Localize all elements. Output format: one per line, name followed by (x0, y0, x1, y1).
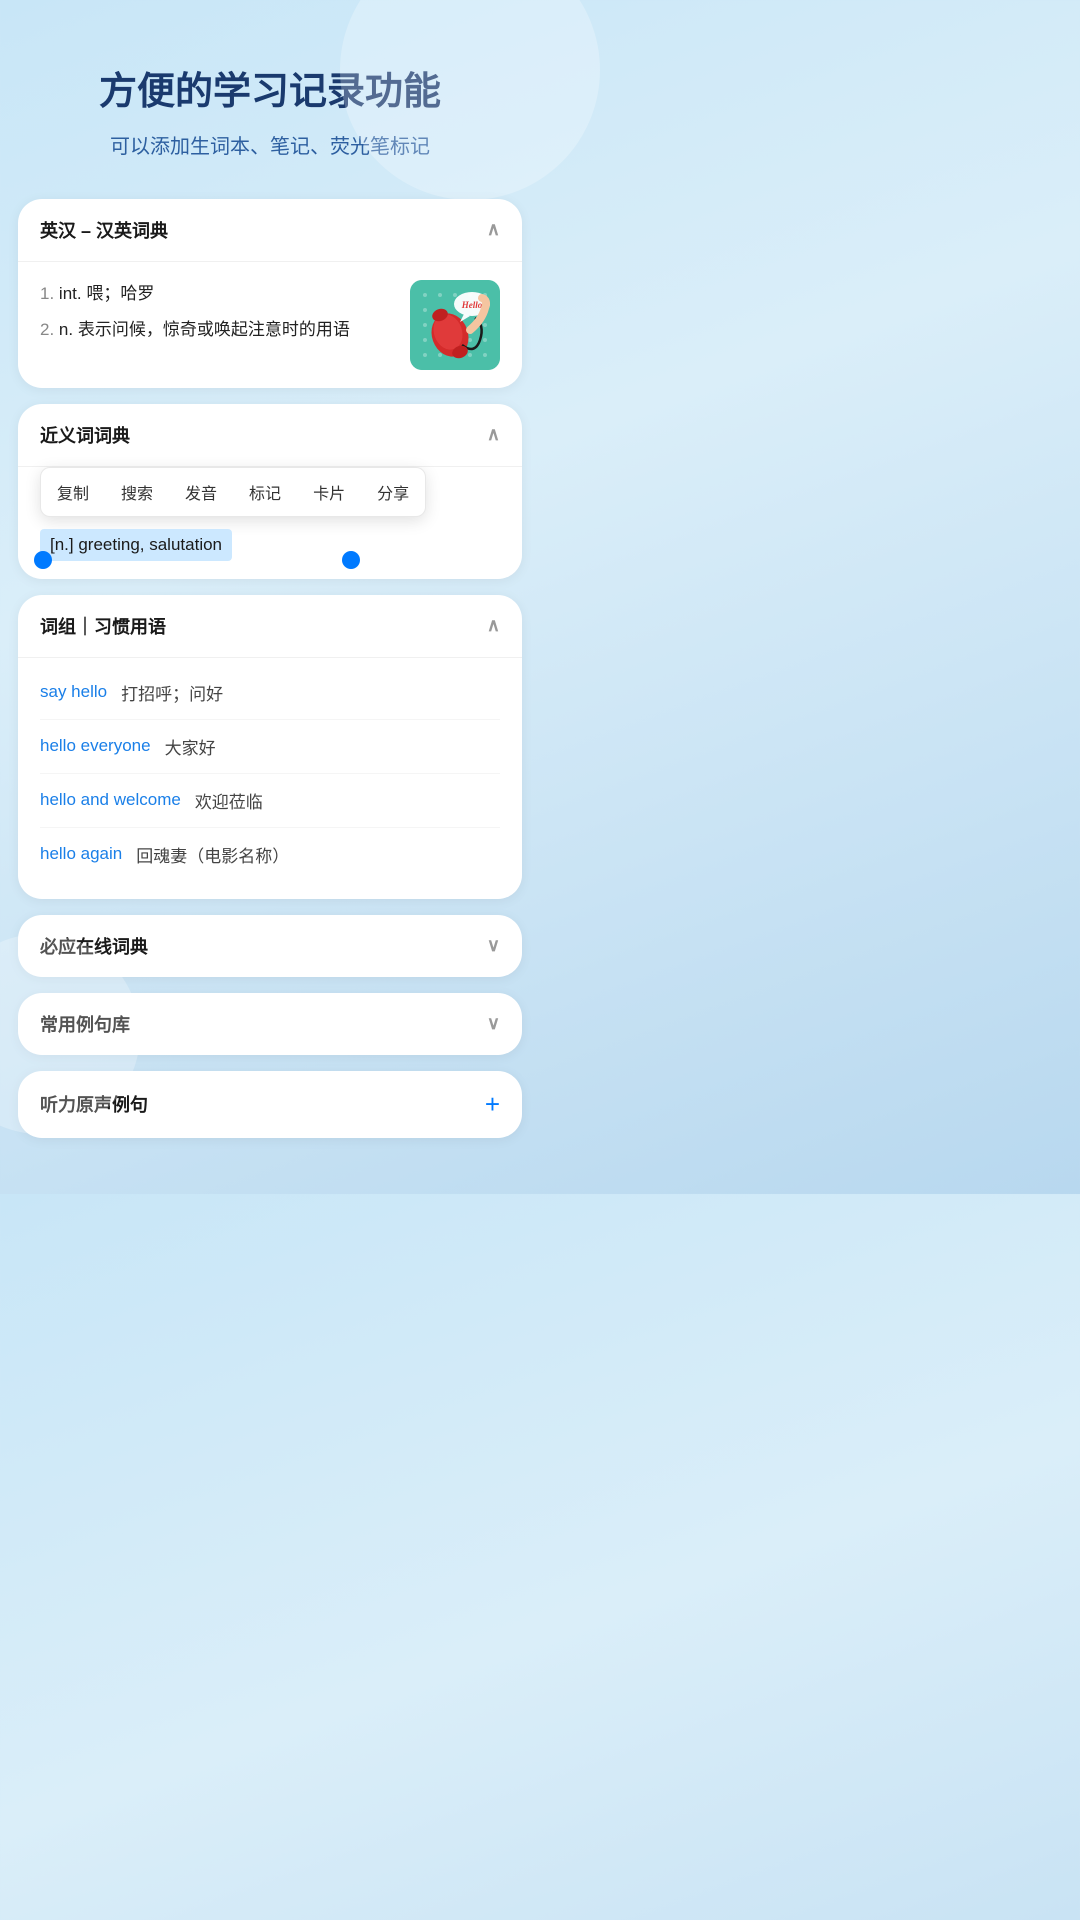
dictionary-chevron-up-icon: ∧ (487, 219, 500, 240)
phrase-zh-hello-again: 回魂妻（电影名称） (136, 842, 289, 867)
context-menu-copy[interactable]: 复制 (41, 468, 105, 516)
context-menu-share[interactable]: 分享 (361, 468, 425, 516)
selection-handle-left (34, 551, 52, 569)
phrases-list: say hello 打招呼；问好 hello everyone 大家好 hell… (18, 658, 522, 899)
highlighted-text[interactable]: [n.] greeting, salutation (40, 529, 232, 561)
context-menu: 复制 搜索 发音 标记 卡片 分享 (40, 467, 426, 517)
synonym-content: 复制 搜索 发音 标记 卡片 分享 [n.] greeting, salutat… (18, 467, 522, 579)
header-title: 方便的学习记录功能 (40, 70, 500, 116)
synonym-chevron-up-icon: ∧ (487, 424, 500, 445)
phrases-section-label: 词组｜习惯用语 (40, 613, 166, 639)
phrases-chevron-up-icon: ∧ (487, 615, 500, 636)
synonym-card: 近义词词典 ∧ 复制 搜索 发音 标记 卡片 分享 [n.] greeting,… (18, 404, 522, 579)
dict-entry: 1. int. 喂；哈罗 2. n. 表示问候，惊奇或唤起注意时的用语 (18, 262, 522, 388)
def-text-1: 喂；哈罗 (86, 284, 154, 303)
phrase-en-hello-and-welcome: hello and welcome (40, 790, 181, 810)
def-index-1: 1. (40, 284, 54, 303)
phrases-section-header[interactable]: 词组｜习惯用语 ∧ (18, 595, 522, 658)
phrase-item-hello-and-welcome[interactable]: hello and welcome 欢迎莅临 (40, 774, 500, 828)
bing-dict-label: 必应在线词典 (40, 933, 148, 959)
svg-text:Hello: Hello (461, 300, 483, 310)
bing-dict-chevron-down-icon: ∨ (487, 935, 500, 956)
dictionary-card: 英汉 – 汉英词典 ∧ 1. int. 喂；哈罗 2. n. 表示问候，惊奇或唤… (18, 199, 522, 388)
def-text-2: 表示问候，惊奇或唤起注意时的用语 (78, 320, 350, 339)
audio-card: 听力原声例句 + (18, 1071, 522, 1138)
audio-section-header[interactable]: 听力原声例句 + (18, 1071, 522, 1138)
dict-def-1: 1. int. 喂；哈罗 (40, 280, 394, 309)
dictionary-section-header[interactable]: 英汉 – 汉英词典 ∧ (18, 199, 522, 262)
dict-definitions: 1. int. 喂；哈罗 2. n. 表示问候，惊奇或唤起注意时的用语 (40, 280, 394, 346)
synonym-section-label: 近义词词典 (40, 422, 130, 448)
phrase-item-hello-everyone[interactable]: hello everyone 大家好 (40, 720, 500, 774)
phrase-item-say-hello[interactable]: say hello 打招呼；问好 (40, 666, 500, 720)
bing-dict-card: 必应在线词典 ∨ (18, 915, 522, 977)
dict-def-2: 2. n. 表示问候，惊奇或唤起注意时的用语 (40, 316, 394, 345)
examples-label: 常用例句库 (40, 1011, 130, 1037)
context-menu-card[interactable]: 卡片 (297, 468, 361, 516)
hello-image: Hello (410, 280, 500, 370)
header-section: 方便的学习记录功能 可以添加生词本、笔记、荧光笔标记 (0, 0, 540, 199)
phrase-zh-hello-and-welcome: 欢迎莅临 (195, 788, 263, 813)
context-menu-search[interactable]: 搜索 (105, 468, 169, 516)
context-menu-pronounce[interactable]: 发音 (169, 468, 233, 516)
bing-dict-header[interactable]: 必应在线词典 ∨ (18, 915, 522, 977)
bottom-spacer (0, 1154, 540, 1194)
highlighted-text-row: [n.] greeting, salutation (40, 529, 500, 561)
def-type-1: int. (59, 284, 86, 303)
dictionary-section-label: 英汉 – 汉英词典 (40, 217, 168, 243)
phrase-zh-hello-everyone: 大家好 (165, 734, 216, 759)
phrase-en-hello-everyone: hello everyone (40, 736, 151, 756)
examples-header[interactable]: 常用例句库 ∨ (18, 993, 522, 1055)
examples-chevron-down-icon: ∨ (487, 1013, 500, 1034)
def-index-2: 2. (40, 320, 54, 339)
phrase-zh-say-hello: 打招呼；问好 (121, 680, 223, 705)
synonym-section-header[interactable]: 近义词词典 ∧ (18, 404, 522, 467)
phrase-item-hello-again[interactable]: hello again 回魂妻（电影名称） (40, 828, 500, 881)
header-subtitle: 可以添加生词本、笔记、荧光笔标记 (40, 130, 500, 159)
audio-section-label: 听力原声例句 (40, 1091, 148, 1117)
audio-add-button[interactable]: + (485, 1089, 500, 1120)
selection-handle-right (342, 551, 360, 569)
phrase-en-hello-again: hello again (40, 844, 122, 864)
context-menu-mark[interactable]: 标记 (233, 468, 297, 516)
phrase-en-say-hello: say hello (40, 682, 107, 702)
phrases-card: 词组｜习惯用语 ∧ say hello 打招呼；问好 hello everyon… (18, 595, 522, 899)
examples-card: 常用例句库 ∨ (18, 993, 522, 1055)
def-type-2: n. (59, 320, 78, 339)
